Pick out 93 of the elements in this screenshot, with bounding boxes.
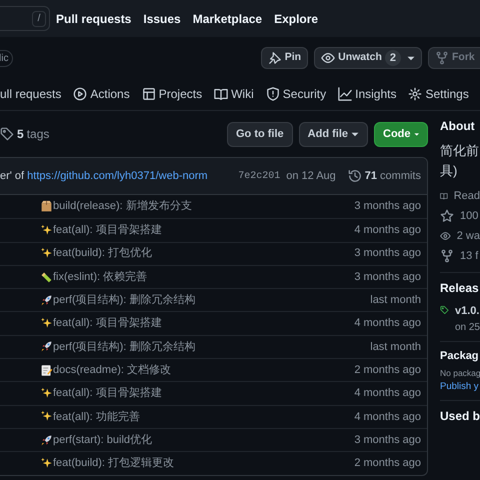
tag-icon xyxy=(0,127,14,141)
commit-message[interactable]: perf(项目结构): 删除冗余结构 xyxy=(53,292,196,309)
repo-description: 简化前 具) xyxy=(440,142,480,180)
commit-message[interactable]: feat(build): 打包逻辑更改 xyxy=(53,455,174,472)
repo-tab[interactable]: Security xyxy=(266,78,326,110)
commit-message[interactable]: feat(all): 项目骨架搭建 xyxy=(53,222,162,239)
nav-link[interactable]: Pull requests xyxy=(56,10,132,28)
commit-age: last month xyxy=(370,293,421,308)
commit-message[interactable]: docs(readme): 文档修改 xyxy=(53,362,171,378)
commit-message[interactable]: feat(all): 项目骨架搭建 xyxy=(53,315,162,332)
repo-tab[interactable]: Projects xyxy=(142,78,202,110)
caret-icon xyxy=(414,132,419,136)
book-icon xyxy=(214,86,228,100)
rocket-icon xyxy=(40,340,53,354)
go-to-file-button[interactable]: Go to file xyxy=(226,122,293,146)
commit-message[interactable]: perf(start): build优化 xyxy=(53,432,152,448)
eye-icon xyxy=(321,51,336,65)
commit-message[interactable]: feat(all): 项目骨架搭建 xyxy=(53,385,162,402)
sparkles-icon xyxy=(40,247,53,260)
commit-age: 4 months ago xyxy=(354,410,421,425)
commit-age: 2 months ago xyxy=(354,362,421,378)
rocket-icon xyxy=(40,294,53,307)
commit-message: er' of https://github.com/lyh0371/web-norm xyxy=(0,168,208,184)
releases-heading: Releas xyxy=(440,280,480,297)
commit-age: 3 months ago xyxy=(354,270,421,285)
stat-link[interactable]: 100 xyxy=(460,208,478,224)
commit-link[interactable]: https://github.com/lyh0371/web-norm xyxy=(27,170,208,182)
code-button[interactable]: Code xyxy=(374,122,428,146)
about-heading: About xyxy=(440,118,476,135)
fork-icon xyxy=(435,51,449,65)
nav-link[interactable]: Marketplace xyxy=(192,10,262,28)
commit-age: 3 months ago xyxy=(354,199,421,214)
commit-age: 4 months ago xyxy=(354,316,421,332)
commit-date: on 12 Aug xyxy=(286,168,336,184)
commits-link[interactable]: 71 commits xyxy=(348,168,421,184)
stat-link[interactable]: 13 f xyxy=(460,248,478,264)
shield-icon xyxy=(266,86,280,100)
commit-message[interactable]: fix(eslint): 依赖完善 xyxy=(53,268,148,286)
package-icon xyxy=(40,200,53,214)
commit-message[interactable]: feat(build): 打包优化 xyxy=(53,245,152,262)
commit-age: last month xyxy=(370,340,421,355)
play-circle-icon xyxy=(73,86,88,100)
caret-icon xyxy=(351,132,359,136)
packages-text: No packag xyxy=(440,367,480,380)
keyboard-shortcut-hint: / xyxy=(32,10,46,26)
history-icon xyxy=(348,169,362,183)
used-by-heading: Used b xyxy=(440,408,480,425)
rocket-icon xyxy=(40,434,53,447)
nav-link[interactable]: Explore xyxy=(274,10,318,28)
star-icon xyxy=(440,209,454,223)
pin-button[interactable]: Pin xyxy=(260,47,308,69)
commit-age: 3 months ago xyxy=(354,432,421,448)
bandage-icon xyxy=(40,270,53,284)
sparkles-icon xyxy=(40,387,53,400)
sparkles-icon xyxy=(40,410,53,424)
stat-link[interactable]: Read xyxy=(454,188,480,204)
tag-icon xyxy=(440,303,449,317)
commit-age: 4 months ago xyxy=(354,223,421,238)
commit-age: 4 months ago xyxy=(354,386,421,402)
count-badge: 2 xyxy=(384,50,401,66)
memo-icon xyxy=(40,364,53,377)
commit-age: 3 months ago xyxy=(354,246,421,262)
fork-icon xyxy=(440,249,454,263)
graph-icon xyxy=(338,86,352,100)
pin-icon xyxy=(268,51,282,65)
add-file-button[interactable]: Add file xyxy=(298,122,368,146)
eye-icon xyxy=(440,229,451,243)
commit-sha[interactable]: 7e2c201 xyxy=(238,168,280,184)
packages-heading: Packag xyxy=(440,348,480,364)
stat-link[interactable]: 2 wa xyxy=(456,228,480,244)
sparkles-icon xyxy=(40,224,53,237)
sparkles-icon xyxy=(40,317,53,330)
commit-message[interactable]: perf(项目结构): 删除冗余结构 xyxy=(53,338,196,356)
watch-button[interactable]: Unwatch 2 xyxy=(314,47,422,69)
repo-tab[interactable]: Actions xyxy=(73,78,130,110)
repo-tab[interactable]: Settings xyxy=(408,78,469,110)
search-field[interactable]: / xyxy=(0,6,50,31)
repo-tab[interactable]: Insights xyxy=(338,78,396,110)
gear-icon xyxy=(408,86,422,100)
release-date: on 25 xyxy=(454,320,480,334)
commit-message[interactable]: build(release): 新增发布分支 xyxy=(53,198,192,215)
commit-message[interactable]: feat(all): 功能完善 xyxy=(53,408,140,426)
visibility-label: lic xyxy=(0,50,14,66)
tags-link[interactable]: 5 tags xyxy=(0,125,50,143)
table-icon xyxy=(142,86,156,100)
sparkles-icon xyxy=(40,456,53,470)
release-name[interactable]: v1.0. xyxy=(454,303,480,320)
commit-age: 2 months ago xyxy=(354,456,421,472)
repo-tab[interactable]: Wiki xyxy=(214,78,254,110)
publish-link[interactable]: Publish y xyxy=(440,380,480,394)
repo-tab[interactable]: ull requests xyxy=(0,78,62,110)
nav-link[interactable]: Issues xyxy=(143,10,181,28)
caret-icon xyxy=(407,56,415,60)
